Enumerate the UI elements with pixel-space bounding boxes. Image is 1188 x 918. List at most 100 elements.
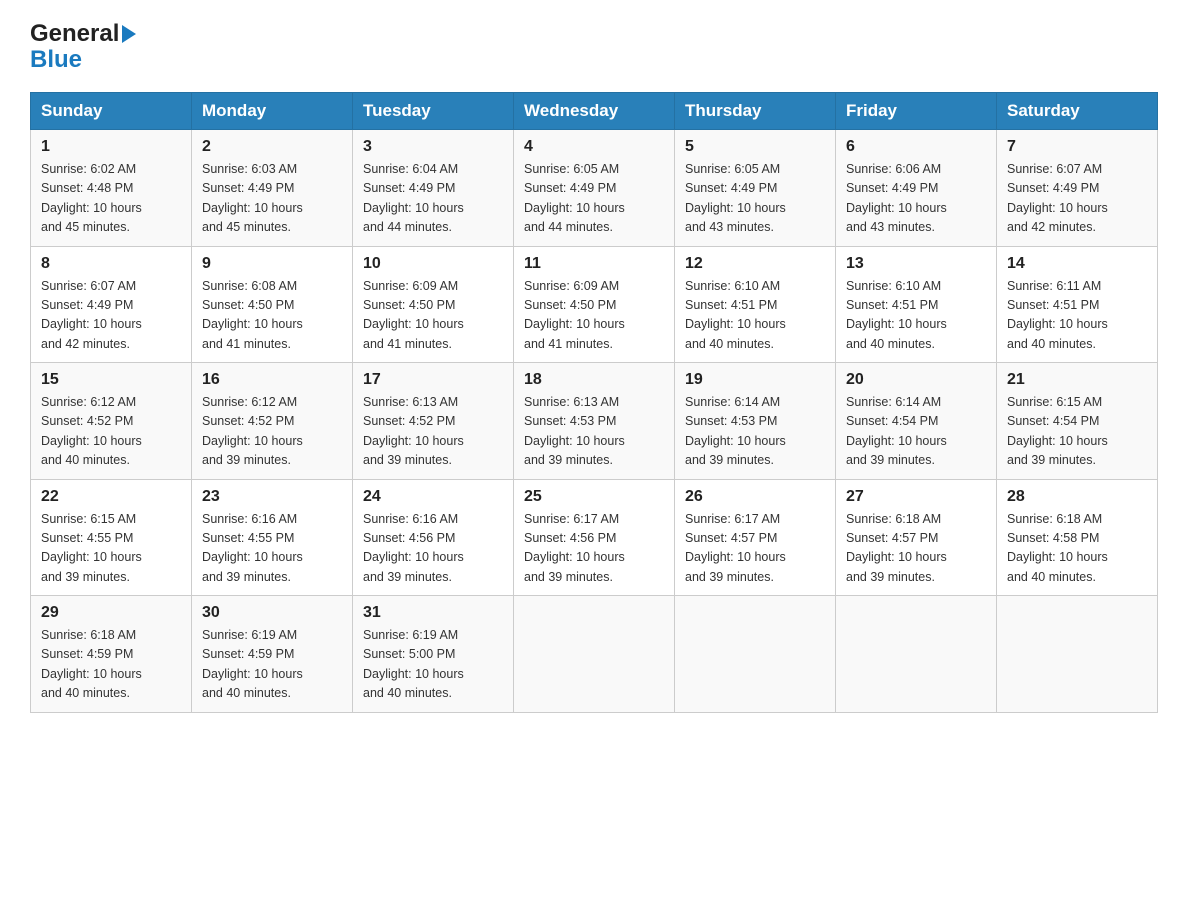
calendar-cell: 27 Sunrise: 6:18 AMSunset: 4:57 PMDaylig… xyxy=(836,479,997,596)
calendar-cell: 28 Sunrise: 6:18 AMSunset: 4:58 PMDaylig… xyxy=(997,479,1158,596)
calendar-cell: 26 Sunrise: 6:17 AMSunset: 4:57 PMDaylig… xyxy=(675,479,836,596)
day-info: Sunrise: 6:04 AMSunset: 4:49 PMDaylight:… xyxy=(363,162,464,234)
day-number: 3 xyxy=(363,138,503,156)
day-number: 24 xyxy=(363,488,503,506)
calendar-cell: 21 Sunrise: 6:15 AMSunset: 4:54 PMDaylig… xyxy=(997,363,1158,480)
calendar-cell xyxy=(836,596,997,713)
day-number: 10 xyxy=(363,255,503,273)
day-number: 13 xyxy=(846,255,986,273)
weekday-header-friday: Friday xyxy=(836,93,997,130)
weekday-header-wednesday: Wednesday xyxy=(514,93,675,130)
logo-general-text: General xyxy=(30,20,136,48)
weekday-header-tuesday: Tuesday xyxy=(353,93,514,130)
day-number: 17 xyxy=(363,371,503,389)
calendar-cell: 23 Sunrise: 6:16 AMSunset: 4:55 PMDaylig… xyxy=(192,479,353,596)
day-number: 5 xyxy=(685,138,825,156)
day-number: 14 xyxy=(1007,255,1147,273)
week-row-3: 15 Sunrise: 6:12 AMSunset: 4:52 PMDaylig… xyxy=(31,363,1158,480)
day-number: 27 xyxy=(846,488,986,506)
day-info: Sunrise: 6:15 AMSunset: 4:54 PMDaylight:… xyxy=(1007,395,1108,467)
calendar-cell: 30 Sunrise: 6:19 AMSunset: 4:59 PMDaylig… xyxy=(192,596,353,713)
calendar-cell xyxy=(997,596,1158,713)
day-info: Sunrise: 6:08 AMSunset: 4:50 PMDaylight:… xyxy=(202,279,303,351)
day-number: 8 xyxy=(41,255,181,273)
day-info: Sunrise: 6:02 AMSunset: 4:48 PMDaylight:… xyxy=(41,162,142,234)
day-number: 12 xyxy=(685,255,825,273)
calendar-cell: 17 Sunrise: 6:13 AMSunset: 4:52 PMDaylig… xyxy=(353,363,514,480)
weekday-header-monday: Monday xyxy=(192,93,353,130)
day-number: 4 xyxy=(524,138,664,156)
calendar-cell: 5 Sunrise: 6:05 AMSunset: 4:49 PMDayligh… xyxy=(675,130,836,247)
day-info: Sunrise: 6:17 AMSunset: 4:57 PMDaylight:… xyxy=(685,512,786,584)
weekday-header-sunday: Sunday xyxy=(31,93,192,130)
week-row-2: 8 Sunrise: 6:07 AMSunset: 4:49 PMDayligh… xyxy=(31,246,1158,363)
calendar-cell: 31 Sunrise: 6:19 AMSunset: 5:00 PMDaylig… xyxy=(353,596,514,713)
day-info: Sunrise: 6:19 AMSunset: 5:00 PMDaylight:… xyxy=(363,628,464,700)
day-info: Sunrise: 6:07 AMSunset: 4:49 PMDaylight:… xyxy=(1007,162,1108,234)
day-number: 15 xyxy=(41,371,181,389)
calendar-cell xyxy=(675,596,836,713)
day-info: Sunrise: 6:03 AMSunset: 4:49 PMDaylight:… xyxy=(202,162,303,234)
day-number: 22 xyxy=(41,488,181,506)
weekday-header-thursday: Thursday xyxy=(675,93,836,130)
day-info: Sunrise: 6:16 AMSunset: 4:55 PMDaylight:… xyxy=(202,512,303,584)
day-info: Sunrise: 6:10 AMSunset: 4:51 PMDaylight:… xyxy=(685,279,786,351)
week-row-4: 22 Sunrise: 6:15 AMSunset: 4:55 PMDaylig… xyxy=(31,479,1158,596)
day-number: 11 xyxy=(524,255,664,273)
page-header: General Blue xyxy=(30,20,1158,74)
calendar-cell: 1 Sunrise: 6:02 AMSunset: 4:48 PMDayligh… xyxy=(31,130,192,247)
day-info: Sunrise: 6:15 AMSunset: 4:55 PMDaylight:… xyxy=(41,512,142,584)
day-number: 28 xyxy=(1007,488,1147,506)
day-info: Sunrise: 6:07 AMSunset: 4:49 PMDaylight:… xyxy=(41,279,142,351)
calendar-cell: 14 Sunrise: 6:11 AMSunset: 4:51 PMDaylig… xyxy=(997,246,1158,363)
day-info: Sunrise: 6:17 AMSunset: 4:56 PMDaylight:… xyxy=(524,512,625,584)
calendar-cell: 11 Sunrise: 6:09 AMSunset: 4:50 PMDaylig… xyxy=(514,246,675,363)
day-info: Sunrise: 6:18 AMSunset: 4:59 PMDaylight:… xyxy=(41,628,142,700)
day-number: 31 xyxy=(363,604,503,622)
day-number: 7 xyxy=(1007,138,1147,156)
calendar-cell: 24 Sunrise: 6:16 AMSunset: 4:56 PMDaylig… xyxy=(353,479,514,596)
calendar-cell: 3 Sunrise: 6:04 AMSunset: 4:49 PMDayligh… xyxy=(353,130,514,247)
logo-text-general: General xyxy=(30,20,119,48)
day-info: Sunrise: 6:05 AMSunset: 4:49 PMDaylight:… xyxy=(685,162,786,234)
day-number: 6 xyxy=(846,138,986,156)
logo-blue-text: Blue xyxy=(30,46,136,74)
day-info: Sunrise: 6:06 AMSunset: 4:49 PMDaylight:… xyxy=(846,162,947,234)
day-info: Sunrise: 6:09 AMSunset: 4:50 PMDaylight:… xyxy=(524,279,625,351)
calendar-cell: 25 Sunrise: 6:17 AMSunset: 4:56 PMDaylig… xyxy=(514,479,675,596)
calendar-table: SundayMondayTuesdayWednesdayThursdayFrid… xyxy=(30,92,1158,713)
day-number: 23 xyxy=(202,488,342,506)
calendar-cell: 18 Sunrise: 6:13 AMSunset: 4:53 PMDaylig… xyxy=(514,363,675,480)
day-info: Sunrise: 6:12 AMSunset: 4:52 PMDaylight:… xyxy=(41,395,142,467)
day-number: 20 xyxy=(846,371,986,389)
weekday-header-saturday: Saturday xyxy=(997,93,1158,130)
day-number: 21 xyxy=(1007,371,1147,389)
week-row-1: 1 Sunrise: 6:02 AMSunset: 4:48 PMDayligh… xyxy=(31,130,1158,247)
day-number: 16 xyxy=(202,371,342,389)
day-info: Sunrise: 6:13 AMSunset: 4:52 PMDaylight:… xyxy=(363,395,464,467)
calendar-cell: 22 Sunrise: 6:15 AMSunset: 4:55 PMDaylig… xyxy=(31,479,192,596)
day-info: Sunrise: 6:19 AMSunset: 4:59 PMDaylight:… xyxy=(202,628,303,700)
day-number: 29 xyxy=(41,604,181,622)
day-info: Sunrise: 6:10 AMSunset: 4:51 PMDaylight:… xyxy=(846,279,947,351)
calendar-cell: 16 Sunrise: 6:12 AMSunset: 4:52 PMDaylig… xyxy=(192,363,353,480)
day-number: 30 xyxy=(202,604,342,622)
calendar-cell: 10 Sunrise: 6:09 AMSunset: 4:50 PMDaylig… xyxy=(353,246,514,363)
calendar-cell: 2 Sunrise: 6:03 AMSunset: 4:49 PMDayligh… xyxy=(192,130,353,247)
day-info: Sunrise: 6:12 AMSunset: 4:52 PMDaylight:… xyxy=(202,395,303,467)
day-info: Sunrise: 6:14 AMSunset: 4:53 PMDaylight:… xyxy=(685,395,786,467)
calendar-cell: 7 Sunrise: 6:07 AMSunset: 4:49 PMDayligh… xyxy=(997,130,1158,247)
day-info: Sunrise: 6:18 AMSunset: 4:58 PMDaylight:… xyxy=(1007,512,1108,584)
day-number: 2 xyxy=(202,138,342,156)
day-number: 19 xyxy=(685,371,825,389)
weekday-header-row: SundayMondayTuesdayWednesdayThursdayFrid… xyxy=(31,93,1158,130)
day-info: Sunrise: 6:05 AMSunset: 4:49 PMDaylight:… xyxy=(524,162,625,234)
calendar-cell: 20 Sunrise: 6:14 AMSunset: 4:54 PMDaylig… xyxy=(836,363,997,480)
day-info: Sunrise: 6:09 AMSunset: 4:50 PMDaylight:… xyxy=(363,279,464,351)
day-number: 1 xyxy=(41,138,181,156)
logo-arrow-icon xyxy=(122,25,136,43)
day-info: Sunrise: 6:13 AMSunset: 4:53 PMDaylight:… xyxy=(524,395,625,467)
day-number: 25 xyxy=(524,488,664,506)
calendar-cell: 29 Sunrise: 6:18 AMSunset: 4:59 PMDaylig… xyxy=(31,596,192,713)
calendar-cell: 8 Sunrise: 6:07 AMSunset: 4:49 PMDayligh… xyxy=(31,246,192,363)
